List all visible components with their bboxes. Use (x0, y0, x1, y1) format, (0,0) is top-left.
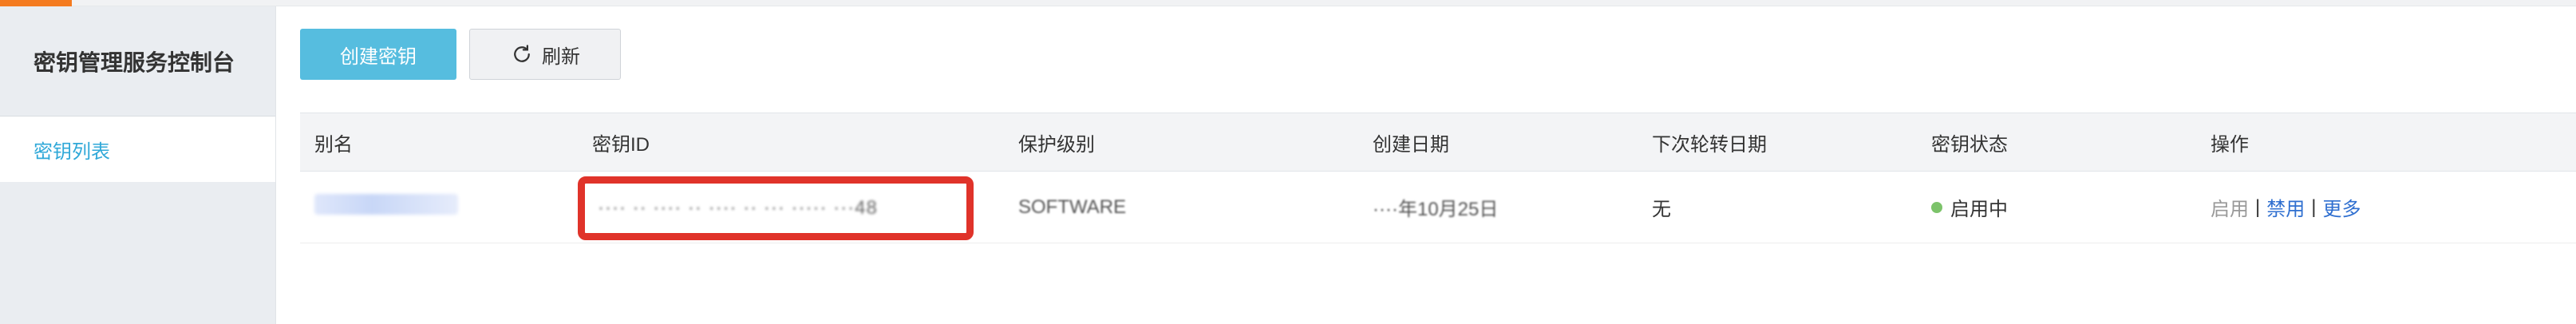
sidebar-item-label: 密钥列表 (34, 140, 110, 163)
create-key-button[interactable]: 创建密钥 (300, 29, 456, 80)
action-separator: | (2255, 196, 2261, 218)
key-table: 别名 密钥ID 保护级别 创建日期 下次轮转日期 密钥状态 操作 ···· ··… (300, 113, 2576, 243)
action-separator: | (2311, 196, 2317, 218)
toolbar: 创建密钥 刷新 (300, 29, 621, 80)
top-border (72, 0, 2576, 6)
column-header-next-rotation: 下次轮转日期 (1652, 133, 1767, 156)
enable-action[interactable]: 启用 (2211, 193, 2249, 221)
table-header: 别名 密钥ID 保护级别 创建日期 下次轮转日期 密钥状态 操作 (300, 113, 2576, 172)
more-action[interactable]: 更多 (2322, 193, 2361, 221)
refresh-label: 刷新 (542, 45, 580, 68)
top-accent-bar (0, 0, 72, 6)
column-header-key-status: 密钥状态 (1931, 133, 2008, 156)
refresh-button[interactable]: 刷新 (469, 29, 621, 80)
alias-cell[interactable] (314, 194, 458, 220)
protection-level-cell: SOFTWARE (1018, 196, 1127, 218)
column-header-protection-level: 保护级别 (1018, 133, 1095, 156)
column-header-alias: 别名 (314, 133, 353, 156)
status-badge: 启用中 (1931, 193, 2008, 221)
sidebar: 密钥管理服务控制台 密钥列表 (0, 6, 276, 324)
table-row: ···· ·· ···· ·· ···· ·· ··· ····· ···48 … (300, 172, 2576, 243)
row-actions: 启用 | 禁用 | 更多 (2211, 193, 2361, 221)
key-id-cell[interactable]: ···· ·· ···· ·· ···· ·· ··· ····· ···48 (598, 197, 878, 219)
column-header-actions: 操作 (2211, 133, 2249, 156)
status-dot-icon (1931, 201, 1942, 213)
column-header-created-date: 创建日期 (1373, 133, 1449, 156)
next-rotation-cell: 无 (1652, 199, 1671, 220)
sidebar-item-key-list[interactable]: 密钥列表 (0, 117, 275, 182)
disable-action[interactable]: 禁用 (2266, 193, 2305, 221)
redacted-alias (314, 194, 458, 215)
status-label: 启用中 (1950, 199, 2008, 220)
key-id-highlight: ···· ·· ···· ·· ···· ·· ··· ····· ···48 (578, 176, 974, 240)
created-date-cell: ····年10月25日 (1373, 199, 1499, 220)
refresh-icon (510, 42, 534, 66)
sidebar-title: 密钥管理服务控制台 (0, 6, 275, 117)
column-header-key-id: 密钥ID (592, 133, 650, 156)
